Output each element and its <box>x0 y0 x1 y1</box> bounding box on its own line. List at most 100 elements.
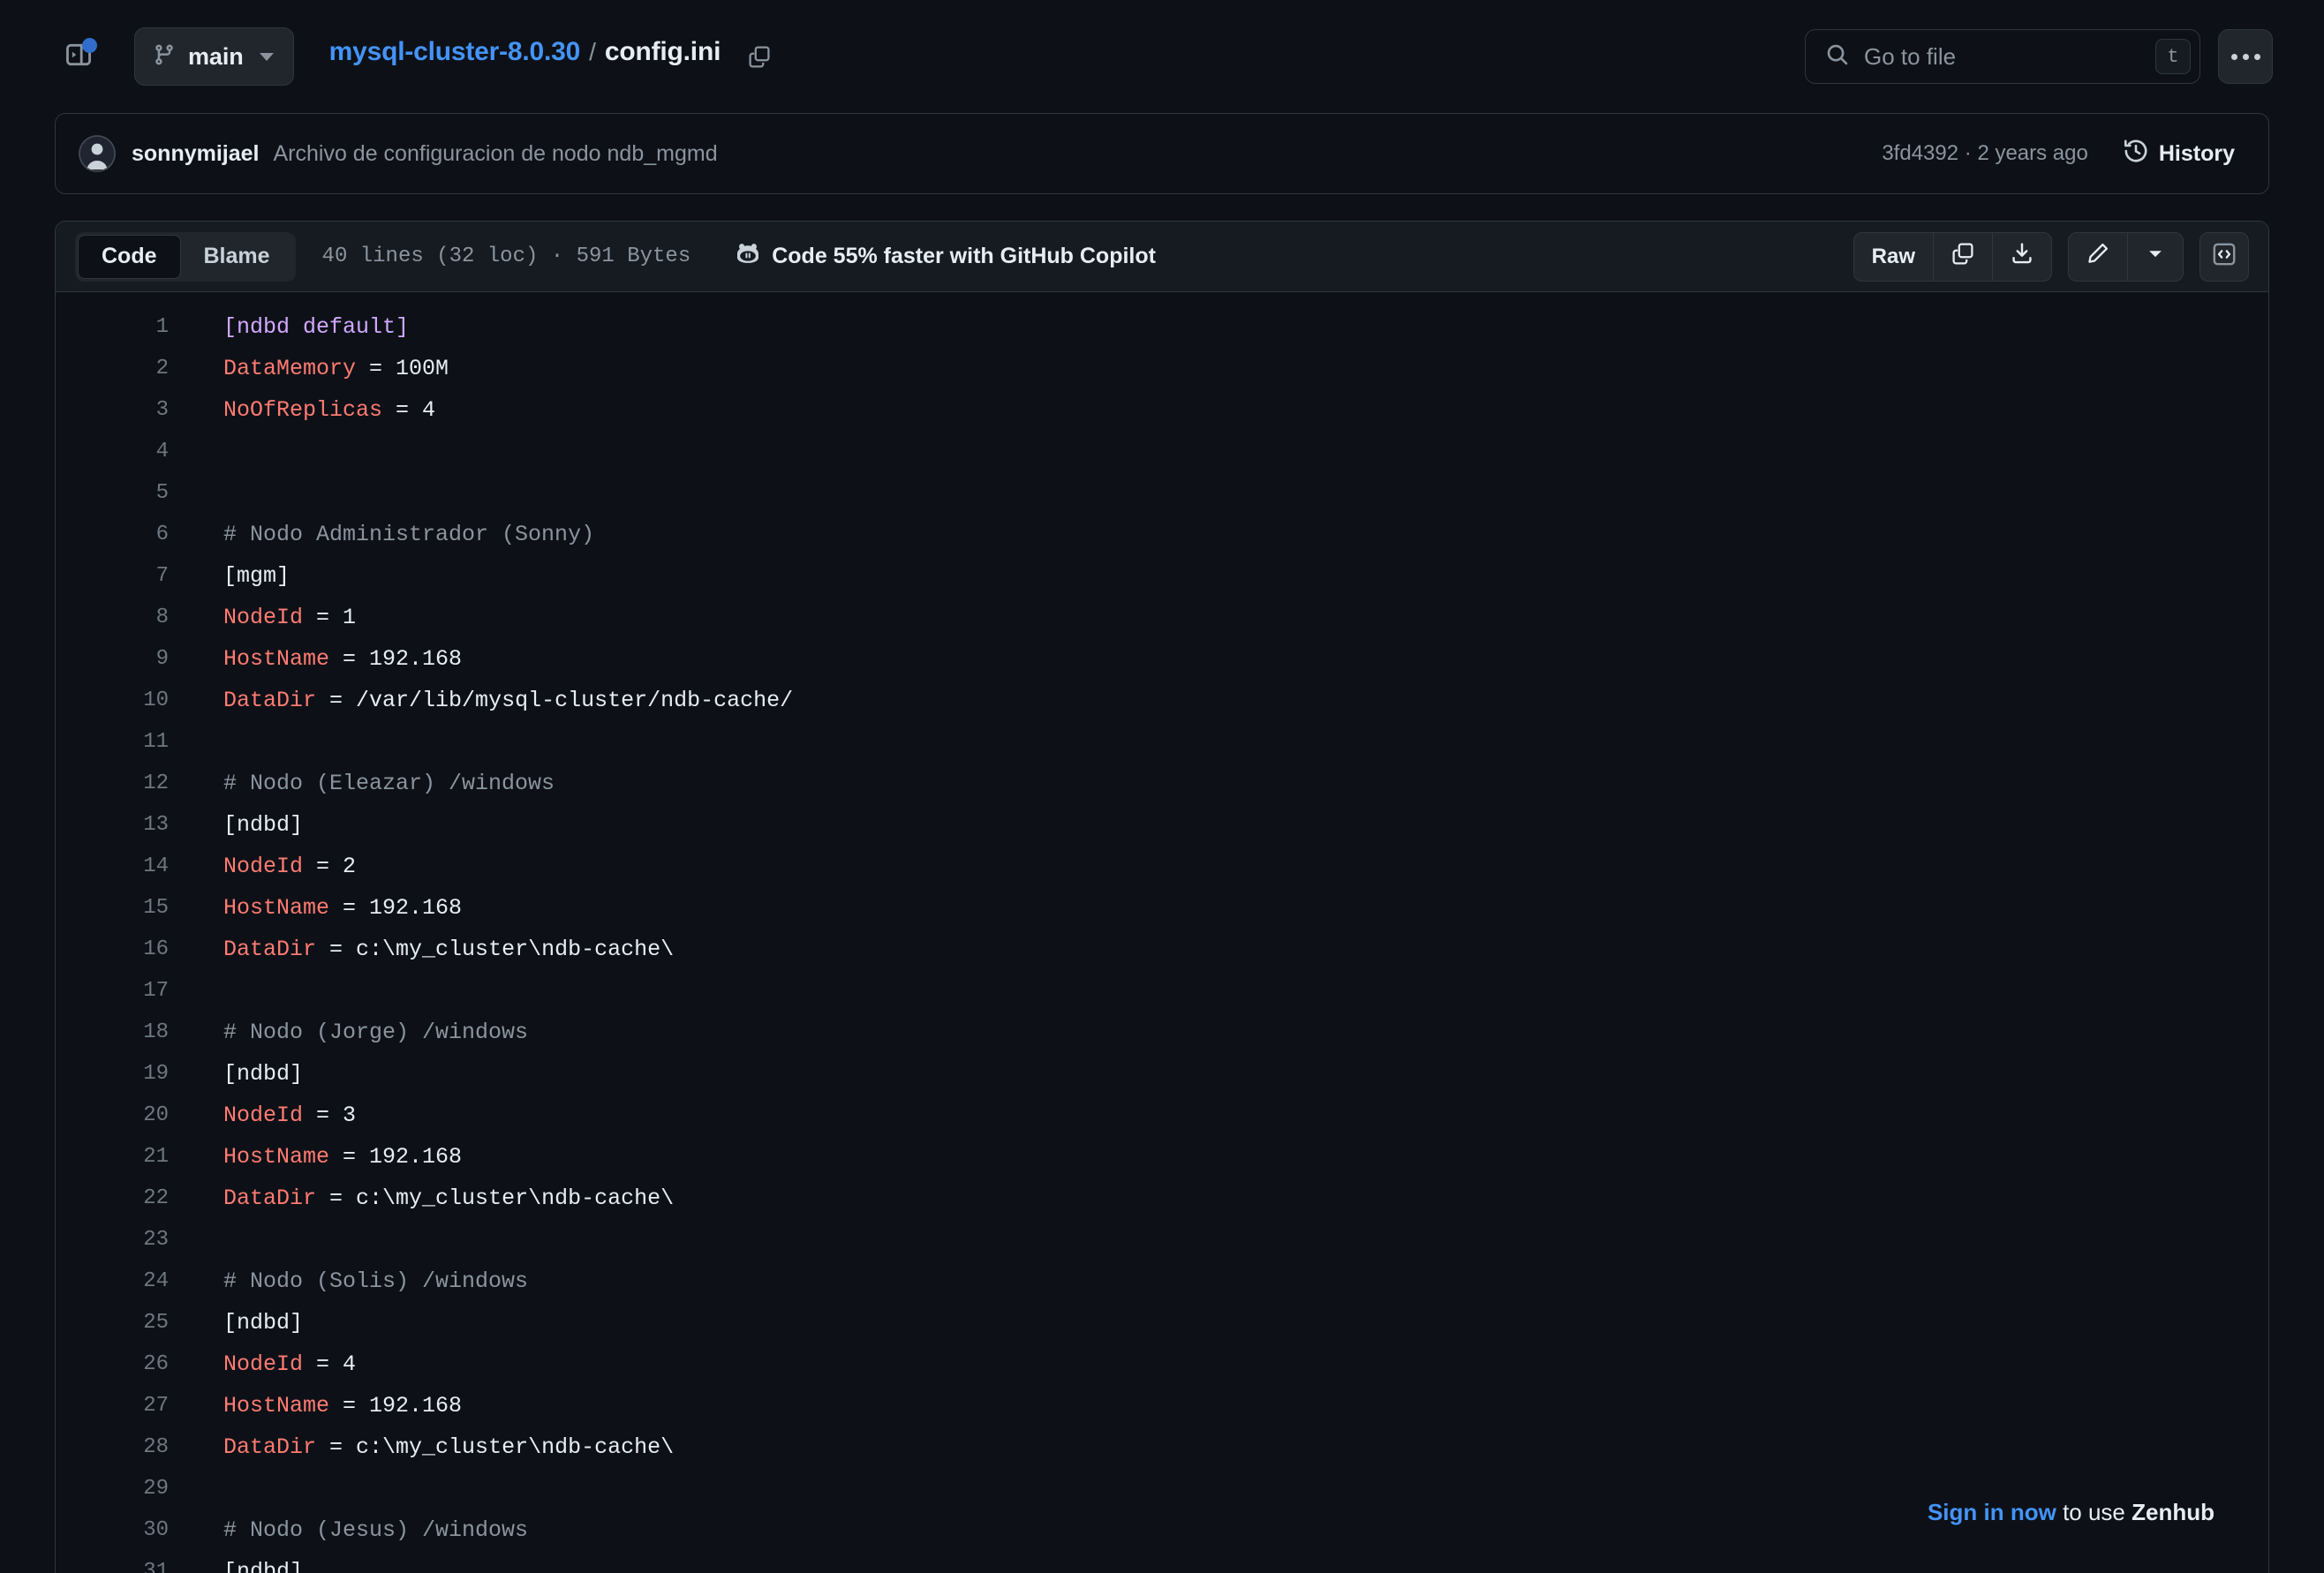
line-number[interactable]: 12 <box>56 763 188 804</box>
line-number[interactable]: 20 <box>56 1095 188 1136</box>
line-number[interactable]: 4 <box>56 431 188 472</box>
line-number[interactable]: 31 <box>56 1551 188 1573</box>
tab-blame[interactable]: Blame <box>181 235 293 279</box>
code-line: 15HostName = 192.168 <box>56 887 2268 929</box>
code-line-text[interactable]: [ndbd] <box>188 804 2268 846</box>
sidebar-expand-button[interactable] <box>55 33 102 80</box>
line-number[interactable]: 10 <box>56 680 188 721</box>
code-line-text[interactable]: DataMemory = 100M <box>188 348 2268 389</box>
code-line-text[interactable]: # Nodo Administrador (Sonny) <box>188 514 2268 555</box>
commit-message-link[interactable]: Archivo de configuracion de nodo ndb_mgm… <box>274 141 718 167</box>
file-toolbar: Code Blame 40 lines (32 loc) · 591 Bytes… <box>56 222 2268 292</box>
edit-file-button[interactable] <box>2069 233 2128 281</box>
zenhub-brand: Zenhub <box>2132 1499 2215 1525</box>
code-line-text[interactable]: [mgm] <box>188 555 2268 597</box>
kebab-dot-icon <box>2231 54 2237 60</box>
code-token-comment: # Nodo (Jorge) /windows <box>223 1020 528 1045</box>
copilot-upsell-label: Code 55% faster with GitHub Copilot <box>772 244 1156 269</box>
code-token-plain: = 2 <box>303 854 356 879</box>
breadcrumb-repo-link[interactable]: mysql-cluster-8.0.30 <box>329 37 580 67</box>
line-number[interactable]: 29 <box>56 1468 188 1509</box>
code-line-text[interactable]: HostName = 192.168 <box>188 638 2268 680</box>
commit-sha[interactable]: 3fd4392 <box>1882 141 1958 165</box>
code-line-text[interactable]: DataDir = c:\my_cluster\ndb-cache\ <box>188 1178 2268 1219</box>
line-number[interactable]: 2 <box>56 348 188 389</box>
code-line: 6# Nodo Administrador (Sonny) <box>56 514 2268 555</box>
line-number[interactable]: 11 <box>56 721 188 763</box>
code-line-text[interactable]: [ndbd] <box>188 1551 2268 1573</box>
line-number[interactable]: 22 <box>56 1178 188 1219</box>
line-number[interactable]: 14 <box>56 846 188 887</box>
code-line-text[interactable]: [ndbd] <box>188 1302 2268 1343</box>
code-line-text[interactable]: # Nodo (Jorge) /windows <box>188 1012 2268 1053</box>
chevron-down-icon <box>2146 244 2165 269</box>
zenhub-signin-link[interactable]: Sign in now <box>1928 1499 2056 1525</box>
code-token-plain: = 192.168 <box>329 895 462 921</box>
code-line: 23 <box>56 1219 2268 1261</box>
code-line: 10DataDir = /var/lib/mysql-cluster/ndb-c… <box>56 680 2268 721</box>
code-token-key: DataDir <box>223 937 316 962</box>
code-token-plain: = c:\my_cluster\ndb-cache\ <box>316 1434 674 1460</box>
raw-button[interactable]: Raw <box>1854 233 1934 281</box>
line-number[interactable]: 18 <box>56 1012 188 1053</box>
line-number[interactable]: 13 <box>56 804 188 846</box>
line-number[interactable]: 28 <box>56 1426 188 1468</box>
latest-commit-bar: sonnymijael Archivo de configuracion de … <box>55 113 2269 194</box>
history-button[interactable]: History <box>2115 132 2244 177</box>
code-line-text[interactable]: NoOfReplicas = 4 <box>188 389 2268 431</box>
history-clock-icon <box>2124 139 2148 169</box>
tab-code[interactable]: Code <box>78 235 181 279</box>
code-line-text[interactable]: NodeId = 2 <box>188 846 2268 887</box>
code-line-text[interactable]: # Nodo (Solis) /windows <box>188 1261 2268 1302</box>
notification-dot <box>82 38 97 53</box>
line-number[interactable]: 27 <box>56 1385 188 1426</box>
line-number[interactable]: 5 <box>56 472 188 514</box>
line-number[interactable]: 25 <box>56 1302 188 1343</box>
code-line-text[interactable]: DataDir = c:\my_cluster\ndb-cache\ <box>188 929 2268 970</box>
line-number[interactable]: 9 <box>56 638 188 680</box>
go-to-file-search[interactable]: Go to file t <box>1805 29 2200 84</box>
commit-sha-and-time[interactable]: 3fd4392 · 2 years ago <box>1882 141 2088 166</box>
line-number[interactable]: 30 <box>56 1509 188 1551</box>
code-line-text[interactable]: NodeId = 3 <box>188 1095 2268 1136</box>
copy-raw-button[interactable] <box>1934 233 1993 281</box>
line-number[interactable]: 16 <box>56 929 188 970</box>
edit-options-button[interactable] <box>2128 233 2183 281</box>
line-number[interactable]: 15 <box>56 887 188 929</box>
line-number[interactable]: 19 <box>56 1053 188 1095</box>
line-number[interactable]: 17 <box>56 970 188 1012</box>
line-number[interactable]: 8 <box>56 597 188 638</box>
line-number[interactable]: 7 <box>56 555 188 597</box>
more-options-button[interactable] <box>2218 29 2273 84</box>
branch-selector-button[interactable]: main <box>134 27 294 86</box>
code-symbols-button[interactable] <box>2200 232 2249 282</box>
copy-path-icon[interactable] <box>740 37 779 76</box>
code-line-text[interactable]: HostName = 192.168 <box>188 887 2268 929</box>
code-line-text[interactable]: NodeId = 1 <box>188 597 2268 638</box>
commit-author-link[interactable]: sonnymijael <box>132 141 260 167</box>
commit-sep: · <box>1965 141 1972 165</box>
code-token-plain: [ndbd] <box>223 1061 303 1087</box>
file-code-content[interactable]: 1[ndbd default]2DataMemory = 100M3NoOfRe… <box>56 292 2268 1573</box>
code-token-key: NodeId <box>223 605 303 630</box>
line-number[interactable]: 21 <box>56 1136 188 1178</box>
copilot-upsell-link[interactable]: Code 55% faster with GitHub Copilot <box>735 240 1156 273</box>
code-line-text[interactable]: [ndbd default] <box>188 306 2268 348</box>
line-number[interactable]: 3 <box>56 389 188 431</box>
avatar[interactable] <box>79 135 116 172</box>
code-token-key: HostName <box>223 895 329 921</box>
line-number[interactable]: 24 <box>56 1261 188 1302</box>
code-line-text[interactable]: HostName = 192.168 <box>188 1136 2268 1178</box>
code-line-text[interactable]: # Nodo (Eleazar) /windows <box>188 763 2268 804</box>
download-button[interactable] <box>1993 233 2051 281</box>
code-line-text[interactable]: DataDir = c:\my_cluster\ndb-cache\ <box>188 1426 2268 1468</box>
code-line-text[interactable]: NodeId = 4 <box>188 1343 2268 1385</box>
code-line-text[interactable]: HostName = 192.168 <box>188 1385 2268 1426</box>
line-number[interactable]: 6 <box>56 514 188 555</box>
line-number[interactable]: 23 <box>56 1219 188 1261</box>
code-line-text[interactable]: DataDir = /var/lib/mysql-cluster/ndb-cac… <box>188 680 2268 721</box>
line-number[interactable]: 26 <box>56 1343 188 1385</box>
code-token-comment: # Nodo (Jesus) /windows <box>223 1517 528 1543</box>
code-line-text[interactable]: [ndbd] <box>188 1053 2268 1095</box>
line-number[interactable]: 1 <box>56 306 188 348</box>
